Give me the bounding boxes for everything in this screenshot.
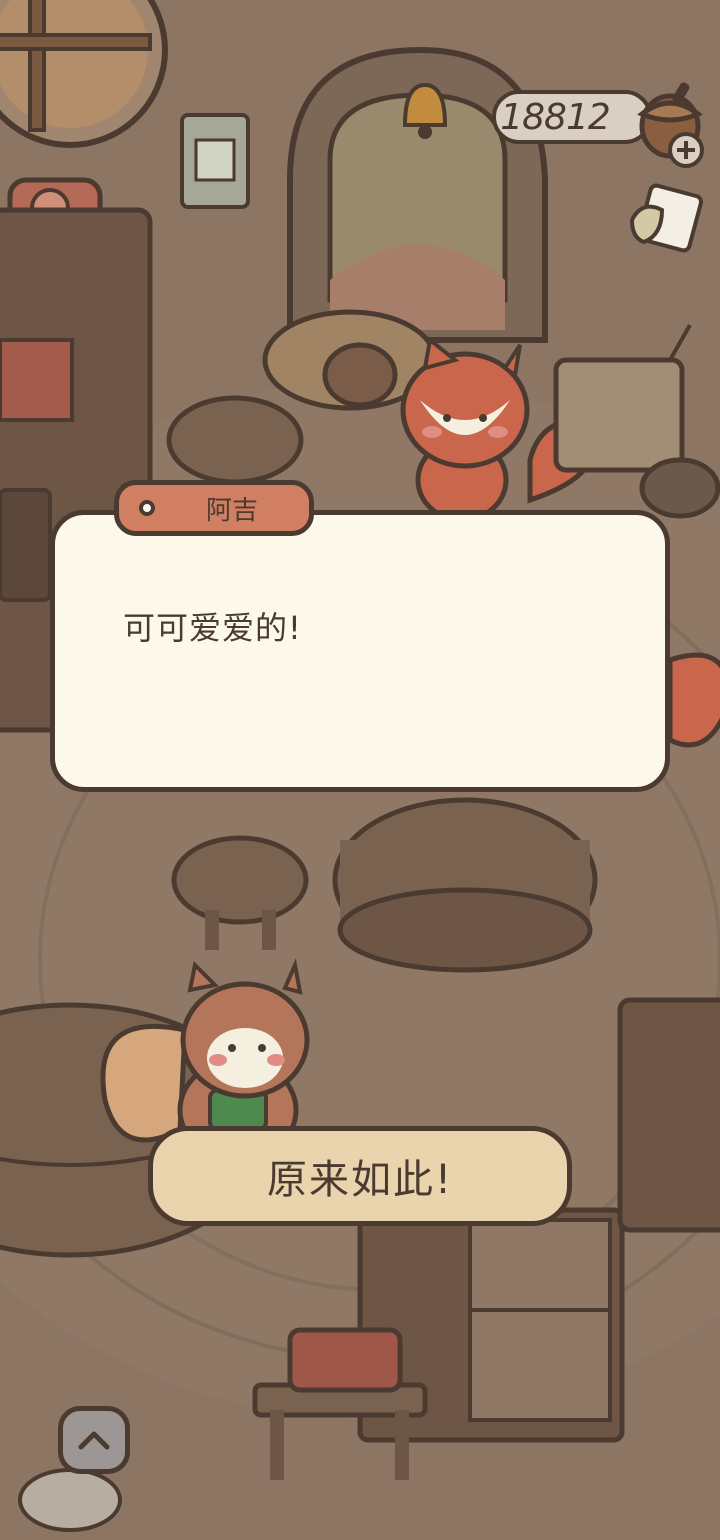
round-seat [332, 797, 598, 973]
speaker-name-tab: 阿吉 [114, 480, 314, 536]
chevron-up-icon [78, 1431, 110, 1450]
reply-button[interactable]: 原来如此! [148, 1126, 572, 1226]
plus-icon[interactable] [666, 130, 706, 170]
dialog-text: 可可爱爱的! [123, 609, 302, 647]
reply-label: 原来如此! [266, 1157, 454, 1203]
currency-counter: 18812 [492, 90, 652, 144]
name-tab-dot [139, 500, 155, 516]
memo-icon[interactable] [622, 180, 706, 264]
wall-calendar [180, 113, 250, 209]
speaker-name: 阿吉 [205, 495, 258, 526]
currency-value: 18812 [500, 96, 611, 138]
dialog-box[interactable]: 可可爱爱的! [50, 510, 670, 792]
expand-button[interactable] [58, 1406, 130, 1474]
